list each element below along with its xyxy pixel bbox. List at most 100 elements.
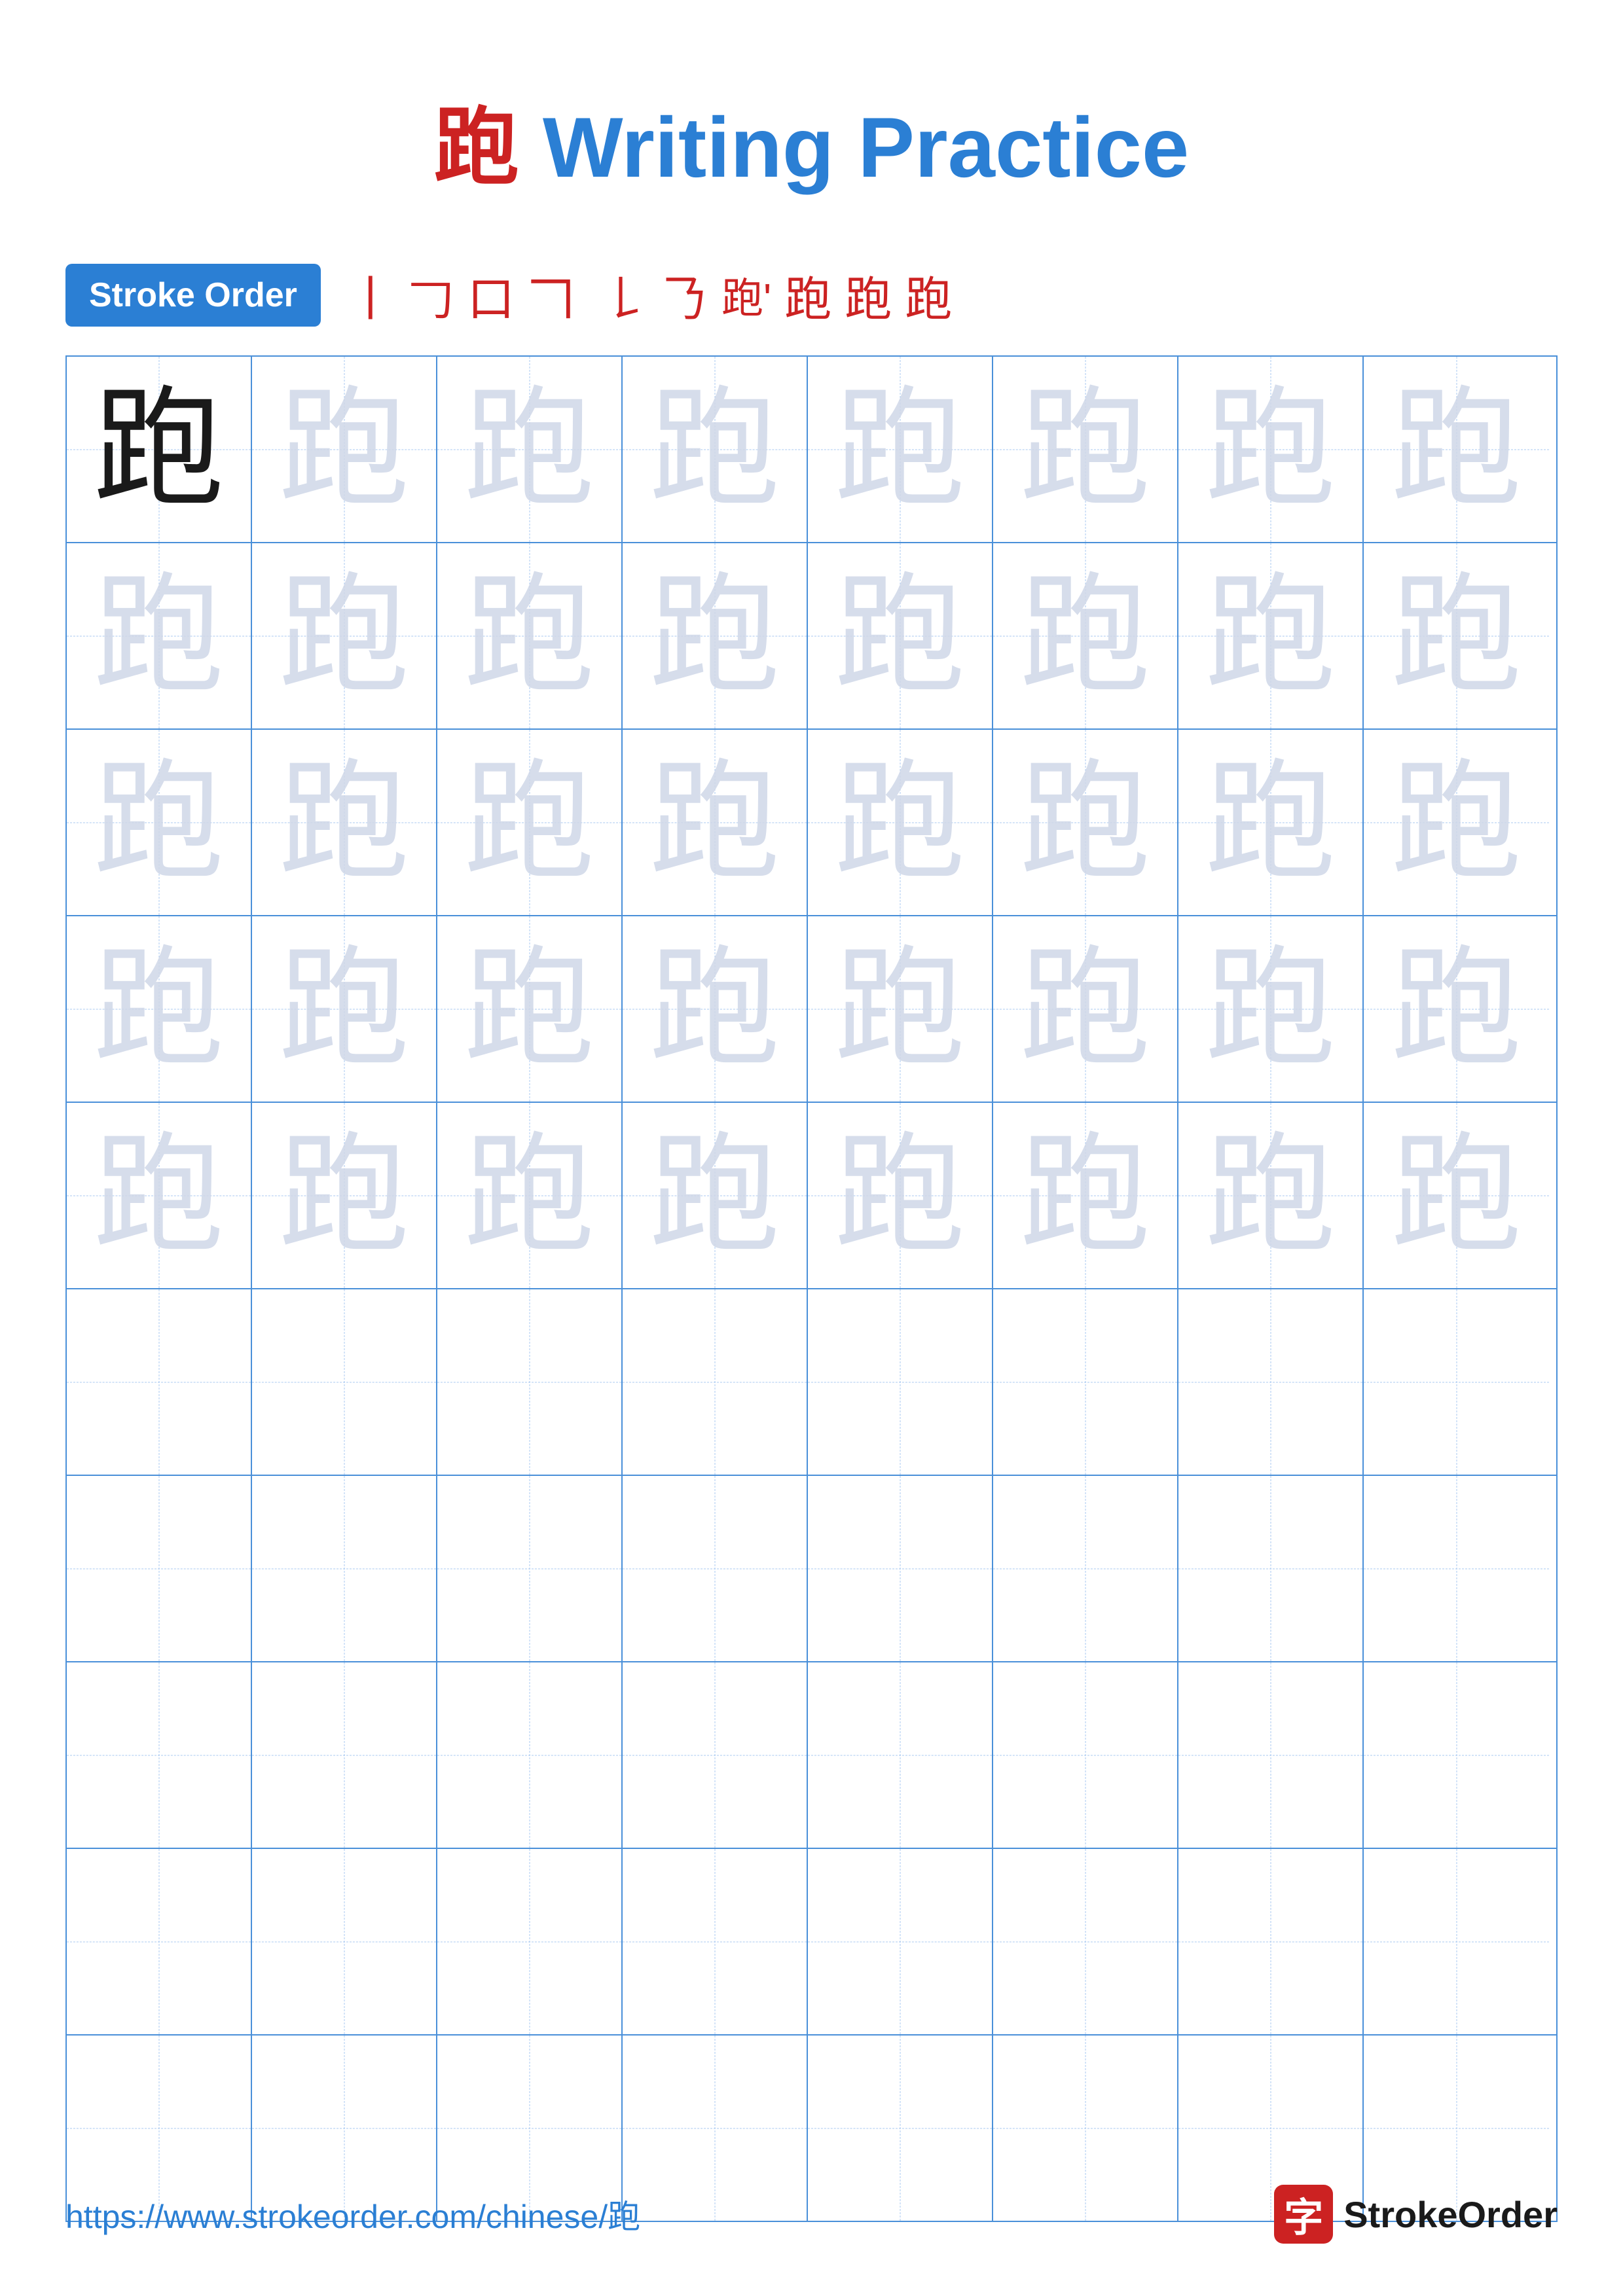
grid-row-6: [67, 1289, 1556, 1476]
grid-cell-7-2[interactable]: [252, 1476, 437, 1661]
grid-cell-1-5[interactable]: 跑: [808, 357, 993, 542]
grid-cell-8-4[interactable]: [623, 1662, 808, 1848]
char-light: 跑: [1205, 384, 1336, 515]
grid-cell-2-7[interactable]: 跑: [1178, 543, 1364, 728]
grid-cell-2-2[interactable]: 跑: [252, 543, 437, 728]
grid-cell-4-2[interactable]: 跑: [252, 916, 437, 1102]
grid-cell-8-1[interactable]: [67, 1662, 252, 1848]
grid-cell-9-5[interactable]: [808, 1849, 993, 2034]
footer-logo: 字 StrokeOrder: [1274, 2185, 1558, 2244]
stroke-9: 跑: [784, 260, 831, 329]
grid-cell-7-3[interactable]: [437, 1476, 623, 1661]
grid-row-3: 跑 跑 跑 跑 跑 跑 跑 跑: [67, 730, 1556, 916]
grid-cell-1-1[interactable]: 跑: [67, 357, 252, 542]
grid-cell-4-5[interactable]: 跑: [808, 916, 993, 1102]
grid-cell-5-7[interactable]: 跑: [1178, 1103, 1364, 1288]
grid-cell-8-8[interactable]: [1364, 1662, 1549, 1848]
grid-cell-4-8[interactable]: 跑: [1364, 916, 1549, 1102]
title-area: 跑 Writing Practice: [0, 0, 1623, 241]
char-light: 跑: [278, 384, 409, 515]
grid-cell-4-1[interactable]: 跑: [67, 916, 252, 1102]
char-dark: 跑: [93, 384, 224, 515]
grid-cell-7-1[interactable]: [67, 1476, 252, 1661]
grid-row-7: [67, 1476, 1556, 1662]
grid-cell-6-7[interactable]: [1178, 1289, 1364, 1475]
grid-cell-5-4[interactable]: 跑: [623, 1103, 808, 1288]
grid-cell-3-6[interactable]: 跑: [993, 730, 1178, 915]
grid-cell-9-3[interactable]: [437, 1849, 623, 2034]
grid-cell-3-8[interactable]: 跑: [1364, 730, 1549, 915]
grid-cell-6-4[interactable]: [623, 1289, 808, 1475]
footer-logo-text: StrokeOrder: [1343, 2193, 1558, 2236]
grid-cell-5-3[interactable]: 跑: [437, 1103, 623, 1288]
grid-cell-7-4[interactable]: [623, 1476, 808, 1661]
grid-cell-6-3[interactable]: [437, 1289, 623, 1475]
grid-cell-5-5[interactable]: 跑: [808, 1103, 993, 1288]
grid-cell-9-4[interactable]: [623, 1849, 808, 2034]
grid-cell-8-6[interactable]: [993, 1662, 1178, 1848]
grid-cell-7-7[interactable]: [1178, 1476, 1364, 1661]
grid-cell-6-6[interactable]: [993, 1289, 1178, 1475]
grid-cell-3-7[interactable]: 跑: [1178, 730, 1364, 915]
stroke-order-chars: 丨 𠃌 口 𠃍 𠃎 𠄌 𠄎 跑' 跑 跑 跑: [347, 260, 952, 329]
grid-cell-3-5[interactable]: 跑: [808, 730, 993, 915]
grid-cell-7-8[interactable]: [1364, 1476, 1549, 1661]
footer: https://www.strokeorder.com/chinese/跑 字 …: [0, 2185, 1623, 2244]
grid-cell-7-6[interactable]: [993, 1476, 1178, 1661]
stroke-3: 口: [467, 260, 515, 329]
grid-cell-4-4[interactable]: 跑: [623, 916, 808, 1102]
grid-cell-3-3[interactable]: 跑: [437, 730, 623, 915]
grid-cell-2-8[interactable]: 跑: [1364, 543, 1549, 728]
grid-cell-6-1[interactable]: [67, 1289, 252, 1475]
grid-cell-4-3[interactable]: 跑: [437, 916, 623, 1102]
grid-cell-4-7[interactable]: 跑: [1178, 916, 1364, 1102]
grid-cell-3-4[interactable]: 跑: [623, 730, 808, 915]
grid-cell-2-6[interactable]: 跑: [993, 543, 1178, 728]
grid-cell-9-1[interactable]: [67, 1849, 252, 2034]
grid-cell-6-5[interactable]: [808, 1289, 993, 1475]
grid-cell-6-8[interactable]: [1364, 1289, 1549, 1475]
grid-cell-8-5[interactable]: [808, 1662, 993, 1848]
grid-cell-5-2[interactable]: 跑: [252, 1103, 437, 1288]
char-light: 跑: [834, 384, 965, 515]
char-light: 跑: [649, 384, 780, 515]
stroke-order-row: Stroke Order 丨 𠃌 口 𠃍 𠃎 𠄌 𠄎 跑' 跑 跑 跑: [0, 241, 1623, 355]
stroke-10: 跑: [845, 260, 892, 329]
grid-cell-9-7[interactable]: [1178, 1849, 1364, 2034]
grid-cell-3-2[interactable]: 跑: [252, 730, 437, 915]
grid-row-4: 跑 跑 跑 跑 跑 跑 跑 跑: [67, 916, 1556, 1103]
char-light: 跑: [464, 384, 594, 515]
grid-cell-5-8[interactable]: 跑: [1364, 1103, 1549, 1288]
grid-cell-4-6[interactable]: 跑: [993, 916, 1178, 1102]
grid-cell-9-6[interactable]: [993, 1849, 1178, 2034]
grid-cell-9-8[interactable]: [1364, 1849, 1549, 2034]
grid-cell-6-2[interactable]: [252, 1289, 437, 1475]
stroke-1: 丨: [347, 260, 394, 329]
grid-cell-1-4[interactable]: 跑: [623, 357, 808, 542]
grid-cell-2-5[interactable]: 跑: [808, 543, 993, 728]
grid-cell-1-6[interactable]: 跑: [993, 357, 1178, 542]
grid-row-1: 跑 跑 跑 跑 跑 跑 跑 跑: [67, 357, 1556, 543]
grid-cell-8-3[interactable]: [437, 1662, 623, 1848]
grid-cell-2-3[interactable]: 跑: [437, 543, 623, 728]
grid-cell-5-1[interactable]: 跑: [67, 1103, 252, 1288]
grid-cell-1-3[interactable]: 跑: [437, 357, 623, 542]
grid-cell-8-7[interactable]: [1178, 1662, 1364, 1848]
char-light: 跑: [1019, 384, 1150, 515]
grid-cell-2-1[interactable]: 跑: [67, 543, 252, 728]
stroke-8: 跑': [721, 265, 771, 325]
stroke-7: 𠄎: [661, 260, 708, 329]
footer-url[interactable]: https://www.strokeorder.com/chinese/跑: [65, 2191, 640, 2238]
grid-row-9: [67, 1849, 1556, 2036]
grid-cell-1-2[interactable]: 跑: [252, 357, 437, 542]
grid-cell-7-5[interactable]: [808, 1476, 993, 1661]
grid-cell-8-2[interactable]: [252, 1662, 437, 1848]
grid-cell-2-4[interactable]: 跑: [623, 543, 808, 728]
grid-cell-3-1[interactable]: 跑: [67, 730, 252, 915]
grid-cell-1-7[interactable]: 跑: [1178, 357, 1364, 542]
grid-cell-5-6[interactable]: 跑: [993, 1103, 1178, 1288]
page-title: 跑 Writing Practice: [0, 79, 1623, 202]
grid-cell-1-8[interactable]: 跑: [1364, 357, 1549, 542]
stroke-6: 𠄌: [601, 260, 648, 329]
grid-cell-9-2[interactable]: [252, 1849, 437, 2034]
